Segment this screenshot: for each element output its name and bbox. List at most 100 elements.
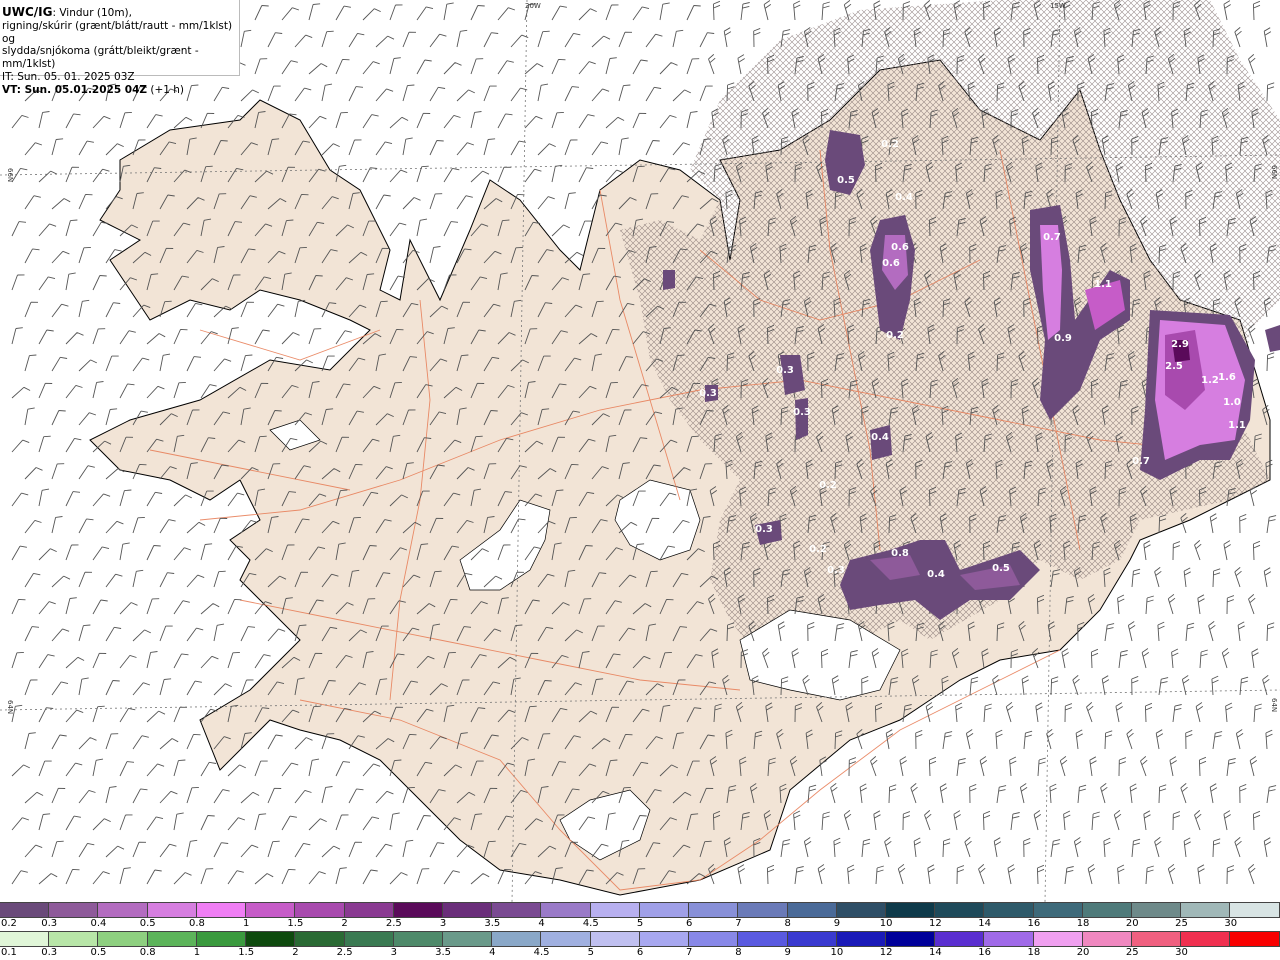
precip-value-label: 0.5 xyxy=(837,175,855,186)
snow-scale-label: 0.2 xyxy=(1,918,17,929)
precip-value-label: 0.8 xyxy=(891,548,909,559)
precip-value-label: 0.4 xyxy=(927,569,945,580)
rain-scale-label: 1.5 xyxy=(238,947,255,958)
precip-value-label: 0.9 xyxy=(1054,333,1072,344)
rain-scale-swatch xyxy=(787,931,837,947)
snow-scale-label: 4 xyxy=(538,918,545,929)
rain-scale-swatch xyxy=(1082,931,1133,947)
rain-scale-label: 3.5 xyxy=(435,947,452,958)
rain-scale-label: 2 xyxy=(292,947,299,958)
snow-scale-swatch xyxy=(295,902,345,918)
rain-scale-bar xyxy=(0,931,1280,947)
rain-scale-label: 4.5 xyxy=(533,947,550,958)
snow-scale-bar xyxy=(0,902,1280,918)
precip-value-label: 0.5 xyxy=(992,563,1010,574)
snow-scale-label: 1.5 xyxy=(287,918,304,929)
snow-scale-label: 18 xyxy=(1076,918,1090,929)
rain-scale-label: 25 xyxy=(1125,947,1139,958)
precip-value-label: 0.7 xyxy=(1043,232,1061,243)
rain-scale-swatch xyxy=(689,931,739,947)
rain-scale-swatch xyxy=(1033,931,1083,947)
precip-value-label: 0.3 xyxy=(776,365,794,376)
snow-scale-swatch xyxy=(492,902,542,918)
initial-time: IT: Sun. 05. 01. 2025 03Z xyxy=(2,70,135,83)
snow-scale-label: 10 xyxy=(879,918,893,929)
lon-label-15w: 15W xyxy=(1050,2,1066,10)
rain-scale-label: 0.1 xyxy=(1,947,17,958)
header-line3: slydda/snjókoma (grátt/bleikt/grænt - mm… xyxy=(2,45,199,71)
rain-scale-label: 7 xyxy=(686,947,693,958)
snow-scale-label: 20 xyxy=(1125,918,1139,929)
rain-scale-label: 4 xyxy=(489,947,496,958)
precip-value-label: 0.2 xyxy=(881,139,899,150)
lat-label-66n-right: 66N xyxy=(1270,165,1278,179)
snow-scale-swatch xyxy=(541,902,591,918)
rain-scale-labels: 0.1 0.3 0.5 0.8 1 1.5 2 2.5 3 3.5 4 4.5 5 6 7 8 9 10 12 14 1… xyxy=(0,947,1280,959)
rain-scale-swatch xyxy=(738,931,788,947)
rain-scale-label: 3 xyxy=(390,947,398,958)
rain-scale-swatch xyxy=(0,931,50,947)
precip-value-label: 0.3 xyxy=(793,407,811,418)
precip-value-label: 0.3 xyxy=(755,524,773,535)
snow-scale-swatch xyxy=(0,902,50,918)
rain-scale-label: 0.3 xyxy=(41,947,58,958)
snow-scale-swatch xyxy=(1082,902,1133,918)
lat-label-64n-left: 64N xyxy=(6,700,14,714)
snow-scale-label: 25 xyxy=(1175,918,1188,929)
snow-scale-label: 4.5 xyxy=(582,918,599,929)
snow-scale-label: 0.3 xyxy=(41,918,58,929)
precip-value-label: 1.1 xyxy=(1094,279,1112,290)
rain-scale-swatch xyxy=(246,931,296,947)
rain-scale-swatch xyxy=(442,931,493,947)
snow-scale-labels: 0.2 0.3 0.4 0.5 0.8 1 1.5 2 2.5 3 3.5 4 4.5 5 6 7 8 9 10 12… xyxy=(0,918,1280,930)
snow-scale-swatch xyxy=(689,902,739,918)
precip-value-label: 0.2 xyxy=(819,480,837,491)
snow-scale-swatch xyxy=(49,902,99,918)
snow-scale-label: 8 xyxy=(784,918,791,929)
snow-scale-swatch xyxy=(1230,902,1280,918)
snow-scale-swatch xyxy=(984,902,1034,918)
snow-scale-swatch xyxy=(393,902,443,918)
snow-scale-swatch xyxy=(1033,902,1083,918)
snow-scale-label: 1 xyxy=(242,918,250,929)
snow-scale-swatch xyxy=(590,902,640,918)
snow-scale-label: 30 xyxy=(1224,918,1238,929)
rain-scale-label: 18 xyxy=(1027,947,1041,958)
snow-scale-label: 0.8 xyxy=(188,918,205,929)
rain-scale-swatch xyxy=(295,931,345,947)
valid-time: VT: Sun. 05.01.2025 04Z xyxy=(2,83,148,96)
snow-scale-label: 2 xyxy=(341,918,348,929)
snow-scale-swatch xyxy=(98,902,148,918)
rain-scale-swatch xyxy=(1181,931,1231,947)
precip-value-label: 0.4 xyxy=(871,432,889,443)
snow-scale-label: 0.4 xyxy=(90,918,107,929)
snow-scale-swatch xyxy=(1132,902,1182,918)
snow-scale-swatch xyxy=(147,902,197,918)
snow-scale-label: 0.5 xyxy=(139,918,156,929)
snow-scale-label: 12 xyxy=(929,918,942,929)
rain-scale-swatch xyxy=(836,931,886,947)
rain-scale-swatch xyxy=(639,931,690,947)
snow-scale-label: 2.5 xyxy=(385,918,402,929)
rain-scale-swatch xyxy=(935,931,985,947)
rain-scale-label: 1 xyxy=(193,947,201,958)
rain-scale-label: 6 xyxy=(636,947,644,958)
rain-scale-label: 5 xyxy=(587,947,594,958)
snow-scale-swatch xyxy=(196,902,247,918)
precip-value-label: 0.6 xyxy=(882,258,900,269)
rain-scale-label: 30 xyxy=(1175,947,1188,958)
snow-scale-swatch xyxy=(639,902,690,918)
snow-scale-label: 5 xyxy=(636,918,644,929)
rain-scale-swatch xyxy=(196,931,247,947)
rain-scale-swatch xyxy=(147,931,197,947)
precip-value-label: 2.5 xyxy=(1165,361,1183,372)
rain-scale-label: 0.5 xyxy=(90,947,107,958)
snow-scale-label: 7 xyxy=(735,918,742,929)
forecast-offset: (+1 h) xyxy=(147,83,185,96)
snow-scale-label: 3.5 xyxy=(484,918,501,929)
rain-scale-swatch xyxy=(344,931,394,947)
rain-scale-swatch xyxy=(492,931,542,947)
precip-value-label: 0.3 xyxy=(827,565,845,576)
rain-scale-label: 16 xyxy=(978,947,991,958)
weather-map[interactable]: 0.5 0.2 0.4 0.6 0.6 0.2 0.7 1.1 0.9 2.9 2.5 1.2 1.6 1… xyxy=(0,0,1280,902)
